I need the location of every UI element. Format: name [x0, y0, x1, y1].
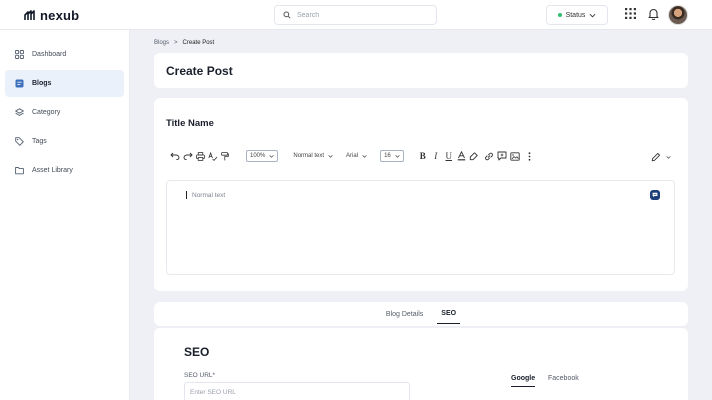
editor-placeholder: Normal text: [192, 192, 226, 199]
folder-icon: [15, 167, 24, 175]
grid-icon: [15, 50, 24, 59]
breadcrumb-current: Create Post: [182, 40, 215, 46]
app-name: nexub: [40, 8, 80, 23]
sidebar-item-label: Category: [32, 109, 61, 116]
zoom-select[interactable]: 100%: [246, 150, 279, 162]
preview-tab-facebook[interactable]: Facebook: [548, 375, 579, 386]
pencil-icon: [651, 152, 661, 162]
seo-card: SEO SEO URL* Google Facebook: [154, 328, 688, 400]
undo-icon[interactable]: [170, 150, 180, 162]
chevron-down-icon: [362, 154, 367, 158]
status-indicator: [557, 13, 562, 17]
sidebar-item-label: Tags: [32, 138, 47, 145]
sidebar-item-label: Dashboard: [32, 51, 67, 58]
sidebar-item-label: Blogs: [32, 80, 52, 87]
text-color-icon[interactable]: [457, 150, 466, 162]
font-family-select[interactable]: Arial: [346, 150, 367, 162]
chevron-down-icon: [269, 154, 274, 158]
more-options-icon[interactable]: [528, 150, 531, 162]
seo-title: SEO: [184, 345, 210, 359]
highlight-icon[interactable]: [469, 150, 478, 162]
zoom-value: 100%: [250, 153, 266, 159]
font-family-value: Arial: [346, 153, 359, 159]
top-header: nexub Status: [0, 0, 712, 30]
sidebar-item-category[interactable]: Category: [5, 99, 124, 126]
tag-icon: [15, 137, 24, 146]
tab-blog-details[interactable]: Blog Details: [382, 305, 427, 324]
breadcrumb-parent[interactable]: Blogs: [154, 40, 169, 46]
app-logo[interactable]: nexub: [24, 8, 79, 23]
sidebar-item-dashboard[interactable]: Dashboard: [5, 41, 124, 68]
seo-url-field[interactable]: [184, 382, 410, 400]
chat-icon[interactable]: [650, 190, 660, 200]
tab-seo[interactable]: SEO: [437, 304, 461, 324]
page-header-card: Create Post: [154, 53, 688, 88]
redo-icon[interactable]: [183, 150, 193, 162]
tab-bar: Blog Details SEO: [154, 302, 688, 326]
search-box[interactable]: [274, 5, 437, 25]
search-input[interactable]: [297, 11, 427, 19]
section-title: Title Name: [166, 118, 214, 129]
sidebar-item-tags[interactable]: Tags: [5, 128, 124, 155]
status-label: Status: [565, 11, 586, 19]
seo-url-label: SEO URL*: [184, 372, 216, 379]
rich-text-editor[interactable]: Normal text: [166, 180, 675, 275]
chevron-down-icon: [395, 154, 400, 158]
layers-icon: [15, 108, 24, 116]
editor-toolbar: 100% Normal text Arial 16 B I U: [170, 149, 670, 163]
preview-tab-google[interactable]: Google: [511, 375, 536, 387]
spellcheck-icon[interactable]: [208, 150, 218, 162]
tabs-card: Blog Details SEO: [154, 302, 688, 326]
paint-format-icon[interactable]: [221, 150, 229, 162]
edit-mode-dropdown[interactable]: [651, 151, 671, 163]
editor-card: Title Name 100% Normal text Arial 16 B I…: [154, 98, 688, 291]
user-avatar[interactable]: [668, 5, 688, 25]
font-size-select[interactable]: 16: [380, 150, 404, 162]
chevron-down-icon: [666, 155, 671, 159]
block-style-select[interactable]: Normal text: [293, 150, 333, 162]
block-style-value: Normal text: [293, 153, 325, 159]
sidebar-item-label: Asset Library: [32, 167, 73, 174]
logo-icon: [24, 10, 35, 20]
sidebar-item-blogs[interactable]: Blogs: [5, 70, 124, 97]
italic-icon[interactable]: I: [430, 151, 442, 161]
comment-icon[interactable]: [497, 150, 507, 162]
blog-icon: [15, 79, 24, 88]
sidebar: Dashboard Blogs Category Tags Asset Libr…: [0, 30, 130, 400]
status-dropdown[interactable]: Status: [546, 5, 608, 25]
font-size-value: 16: [384, 153, 391, 159]
apps-grid-icon[interactable]: [625, 8, 636, 19]
chevron-down-icon: [328, 154, 333, 158]
bold-icon[interactable]: B: [417, 151, 429, 161]
text-caret: [186, 191, 187, 199]
chevron-down-icon: [589, 13, 596, 18]
sidebar-item-asset-library[interactable]: Asset Library: [5, 157, 124, 184]
breadcrumb: Blogs > Create Post: [154, 40, 214, 46]
underline-icon[interactable]: U: [443, 151, 455, 161]
page-title: Create Post: [166, 64, 233, 78]
image-icon[interactable]: [510, 150, 520, 162]
link-icon[interactable]: [484, 150, 494, 162]
breadcrumb-separator: >: [174, 40, 178, 46]
bell-icon[interactable]: [648, 8, 659, 20]
search-icon: [283, 11, 291, 19]
print-icon[interactable]: [196, 150, 205, 162]
